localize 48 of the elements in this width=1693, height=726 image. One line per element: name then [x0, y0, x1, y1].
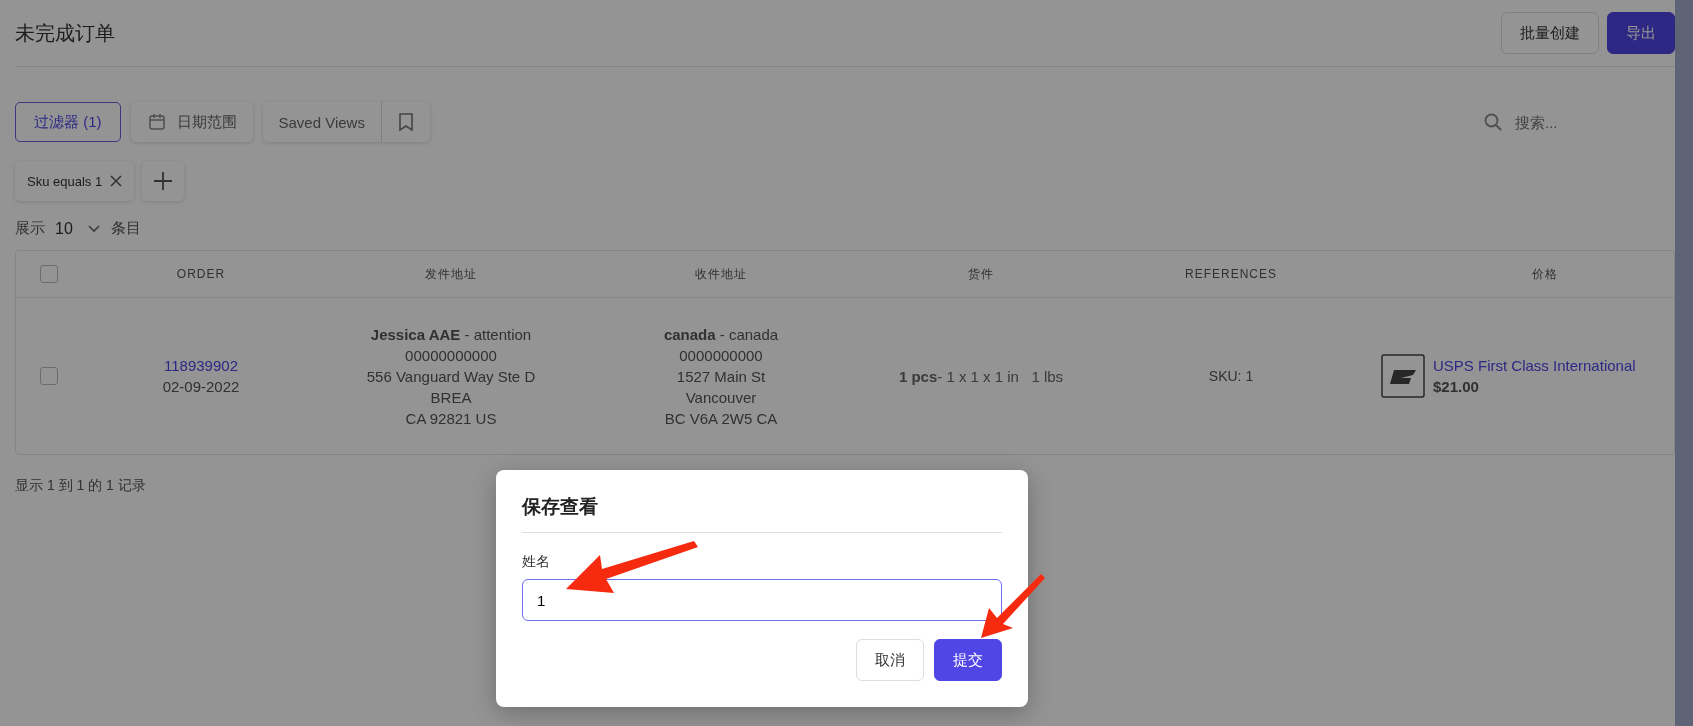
field-label: 姓名 — [522, 553, 551, 571]
plus-icon — [153, 171, 174, 191]
sender-address-line: 556 Vanguard Way Ste D — [366, 366, 536, 387]
dialog-button[interactable]: 取消 — [856, 639, 924, 681]
order-number-link[interactable]: 118939902 — [164, 355, 238, 376]
page-size-select[interactable]: 10 — [55, 219, 101, 238]
entries-label: 条目 — [110, 219, 141, 238]
select-all-checkbox[interactable] — [40, 265, 58, 283]
add-filter-button[interactable] — [142, 161, 185, 201]
column-header: 货件 — [967, 265, 995, 283]
order-date: 02-09-2022 — [162, 377, 240, 397]
row-checkbox[interactable] — [40, 367, 58, 385]
parcel-details: 1 pcs- 1 x 1 x 1 in 1 lbs — [898, 367, 1064, 385]
records-summary: 显示 1 到 1 的 1 记录 — [15, 477, 147, 495]
price-amount: $21.00 — [1433, 378, 1479, 395]
show-label: 展示 — [15, 219, 45, 238]
search-icon — [1483, 112, 1503, 132]
page-title: 未完成订单 — [15, 20, 115, 46]
dialog-button[interactable]: 提交 — [934, 639, 1002, 681]
shipping-service-link[interactable]: USPS First Class International — [1433, 355, 1636, 376]
chevron-down-icon — [86, 223, 101, 234]
column-header: 价格 — [1531, 265, 1559, 283]
recipient-address-line: BC V6A 2W5 CA — [664, 408, 778, 429]
column-header: 发件地址 — [424, 265, 478, 283]
sender-address-line: 00000000000 — [405, 345, 497, 366]
reference-text: SKU: 1 — [1208, 368, 1254, 384]
filter-chip[interactable]: Sku equals 1 — [15, 161, 135, 201]
filter-button[interactable]: 过滤器 (1) — [15, 102, 121, 142]
sender-address-line: BREA — [430, 387, 472, 408]
column-header: ORDER — [175, 266, 227, 283]
name-input-field[interactable]: 1 — [522, 579, 1002, 621]
header-button[interactable]: 批量创建 — [1501, 12, 1599, 54]
close-icon[interactable] — [110, 175, 123, 187]
column-header: REFERENCES — [1184, 266, 1278, 283]
bookmark-icon — [397, 112, 414, 132]
dialog-title: 保存查看 — [522, 494, 1002, 533]
bookmark-button[interactable] — [380, 102, 430, 142]
recipient-address-line: 1527 Main St — [676, 366, 766, 387]
saved-views-button[interactable]: Saved Views — [262, 102, 381, 142]
sender-address-line: Jessica AAE - attention — [370, 324, 532, 345]
recipient-address-line: 0000000000 — [679, 345, 763, 366]
date-range-button[interactable]: 日期范围 — [130, 102, 253, 142]
sender-address-line: CA 92821 US — [405, 408, 497, 429]
column-header: 收件地址 — [694, 265, 748, 283]
header-button[interactable]: 导出 — [1607, 12, 1675, 54]
recipient-address-line: Vancouver — [685, 387, 757, 408]
calendar-icon — [146, 112, 167, 132]
recipient-address-line: canada - canada — [663, 324, 779, 345]
